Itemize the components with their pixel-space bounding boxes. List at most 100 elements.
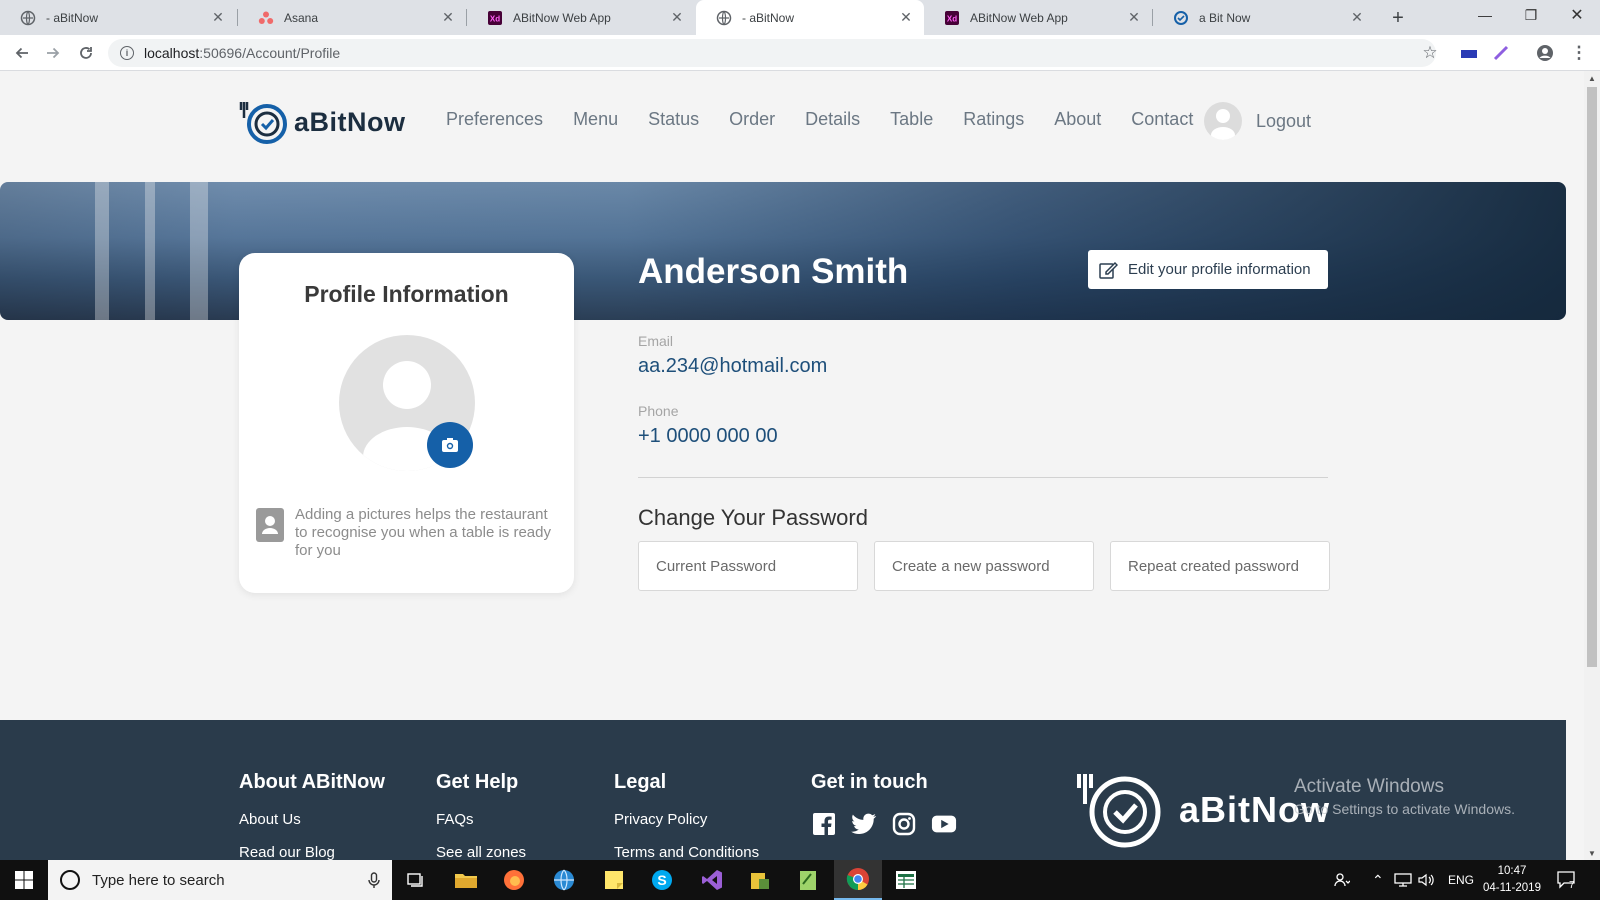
site-logo[interactable]: aBitNow — [238, 98, 406, 146]
microphone-icon[interactable] — [368, 872, 380, 889]
visual-studio-icon[interactable] — [688, 860, 736, 900]
reload-icon — [78, 45, 94, 61]
current-password-input[interactable] — [638, 541, 858, 591]
network-icon[interactable] — [1394, 860, 1412, 900]
start-button[interactable] — [0, 860, 48, 900]
skype-icon[interactable]: S — [638, 860, 686, 900]
chevron-up-icon[interactable]: ⌃ — [1372, 860, 1384, 900]
close-icon[interactable]: ✕ — [1349, 10, 1365, 26]
tab-title: - aBitNow — [742, 11, 898, 25]
close-icon[interactable]: ✕ — [1126, 10, 1142, 26]
upload-photo-button[interactable] — [427, 422, 473, 468]
close-window-button[interactable]: ✕ — [1554, 0, 1600, 30]
address-bar[interactable]: i localhost:50696/Account/Profile — [108, 39, 1436, 67]
people-icon[interactable] — [1334, 860, 1350, 900]
new-password-input[interactable] — [874, 541, 1094, 591]
logout-link[interactable]: Logout — [1256, 111, 1311, 132]
minimize-button[interactable]: — — [1462, 0, 1508, 30]
scroll-up-arrow[interactable]: ▲ — [1584, 71, 1600, 85]
spreadsheet-app-icon[interactable] — [882, 860, 930, 900]
task-view-icon[interactable] — [392, 860, 440, 900]
svg-text:S: S — [657, 872, 666, 888]
twitter-icon[interactable] — [851, 811, 877, 837]
browser-tab[interactable]: Xd ABitNow Web App ✕ — [467, 0, 695, 35]
nav-about[interactable]: About — [1054, 109, 1101, 130]
info-icon[interactable]: i — [120, 46, 134, 60]
nav-menu[interactable]: Menu — [573, 109, 618, 130]
volume-icon[interactable] — [1418, 860, 1434, 900]
xd-icon: Xd — [487, 10, 503, 26]
footer-link-privacy[interactable]: Privacy Policy — [614, 811, 759, 828]
nav-status[interactable]: Status — [648, 109, 699, 130]
browser-tab[interactable]: Xd ABitNow Web App ✕ — [924, 0, 1152, 35]
main-nav: Preferences Menu Status Order Details Ta… — [446, 109, 1223, 130]
phone-label: Phone — [638, 403, 678, 419]
close-icon[interactable]: ✕ — [898, 10, 914, 26]
nav-preferences[interactable]: Preferences — [446, 109, 543, 130]
footer-link-faqs[interactable]: FAQs — [436, 811, 526, 828]
firefox-icon[interactable] — [490, 860, 538, 900]
browser-tab-strip: - aBitNow ✕ Asana ✕ Xd ABitNow Web App ✕… — [0, 0, 1600, 35]
menu-kebab-icon[interactable]: ⋮ — [1567, 41, 1591, 65]
footer-link-zones[interactable]: See all zones — [436, 844, 526, 860]
bookmark-star-icon[interactable]: ☆ — [1418, 41, 1442, 65]
scroll-down-arrow[interactable]: ▼ — [1584, 846, 1600, 860]
windows-logo-icon — [15, 871, 33, 889]
restore-button[interactable]: ❐ — [1508, 0, 1554, 30]
footer-link-blog[interactable]: Read our Blog — [239, 844, 385, 860]
nav-order[interactable]: Order — [729, 109, 775, 130]
browser-tab[interactable]: a Bit Now ✕ — [1153, 0, 1375, 35]
windows-taskbar: Type here to search S ⌃ — [0, 860, 1600, 900]
nav-table[interactable]: Table — [890, 109, 933, 130]
browser-tab-active[interactable]: - aBitNow ✕ — [696, 0, 924, 35]
repeat-password-input[interactable] — [1110, 541, 1330, 591]
page-scrollbar[interactable]: ▲ ▼ — [1584, 71, 1600, 860]
xd-icon: Xd — [944, 10, 960, 26]
tab-title: - aBitNow — [46, 11, 210, 25]
system-clock[interactable]: 10:47 04-11-2019 — [1480, 863, 1544, 897]
user-avatar[interactable] — [1204, 102, 1242, 140]
app-globe-icon[interactable] — [540, 860, 588, 900]
browser-tab[interactable]: Asana ✕ — [238, 0, 466, 35]
instagram-icon[interactable] — [891, 811, 917, 837]
scrollbar-thumb[interactable] — [1587, 87, 1597, 667]
hero-photo-detail — [95, 182, 109, 320]
sql-tool-icon[interactable] — [736, 860, 784, 900]
footer-logo[interactable]: aBitNow — [1075, 770, 1330, 850]
footer-link-about-us[interactable]: About Us — [239, 811, 385, 828]
watermark-subtitle: Go to Settings to activate Windows. — [1294, 801, 1515, 817]
taskbar-search[interactable]: Type here to search — [48, 860, 392, 900]
notification-count: 7 — [1569, 880, 1575, 891]
arrow-left-icon — [14, 45, 30, 61]
facebook-icon[interactable] — [811, 811, 837, 837]
file-explorer-icon[interactable] — [442, 860, 490, 900]
new-tab-button[interactable]: + — [1386, 6, 1410, 30]
close-icon[interactable]: ✕ — [669, 10, 685, 26]
forward-button[interactable] — [41, 41, 65, 65]
edit-profile-button[interactable]: Edit your profile information — [1088, 250, 1328, 289]
pen-extension-icon[interactable] — [1489, 41, 1513, 65]
sticky-notes-icon[interactable] — [590, 860, 638, 900]
notification-center-icon[interactable]: 7 — [1556, 860, 1575, 900]
back-button[interactable] — [10, 41, 34, 65]
nav-ratings[interactable]: Ratings — [963, 109, 1024, 130]
footer-link-terms[interactable]: Terms and Conditions — [614, 844, 759, 860]
asana-icon — [258, 10, 274, 26]
youtube-icon[interactable] — [931, 811, 957, 837]
reload-button[interactable] — [74, 41, 98, 65]
close-icon[interactable]: ✕ — [210, 10, 226, 26]
language-indicator[interactable]: ENG — [1448, 860, 1474, 900]
nav-details[interactable]: Details — [805, 109, 860, 130]
nav-contact[interactable]: Contact — [1131, 109, 1193, 130]
extension-icon[interactable] — [1457, 41, 1481, 65]
browser-tab[interactable]: - aBitNow ✕ — [0, 0, 236, 35]
chrome-icon[interactable] — [834, 860, 882, 900]
profile-icon[interactable] — [1533, 41, 1557, 65]
clock-time: 10:47 — [1480, 863, 1544, 880]
camera-icon — [441, 437, 459, 453]
web-page: aBitNow Preferences Menu Status Order De… — [0, 71, 1584, 860]
footer-about-column: About ABitNow About Us Read our Blog — [239, 771, 385, 860]
notepad-plus-icon[interactable] — [784, 860, 832, 900]
logo-text: aBitNow — [294, 107, 406, 138]
close-icon[interactable]: ✕ — [440, 10, 456, 26]
